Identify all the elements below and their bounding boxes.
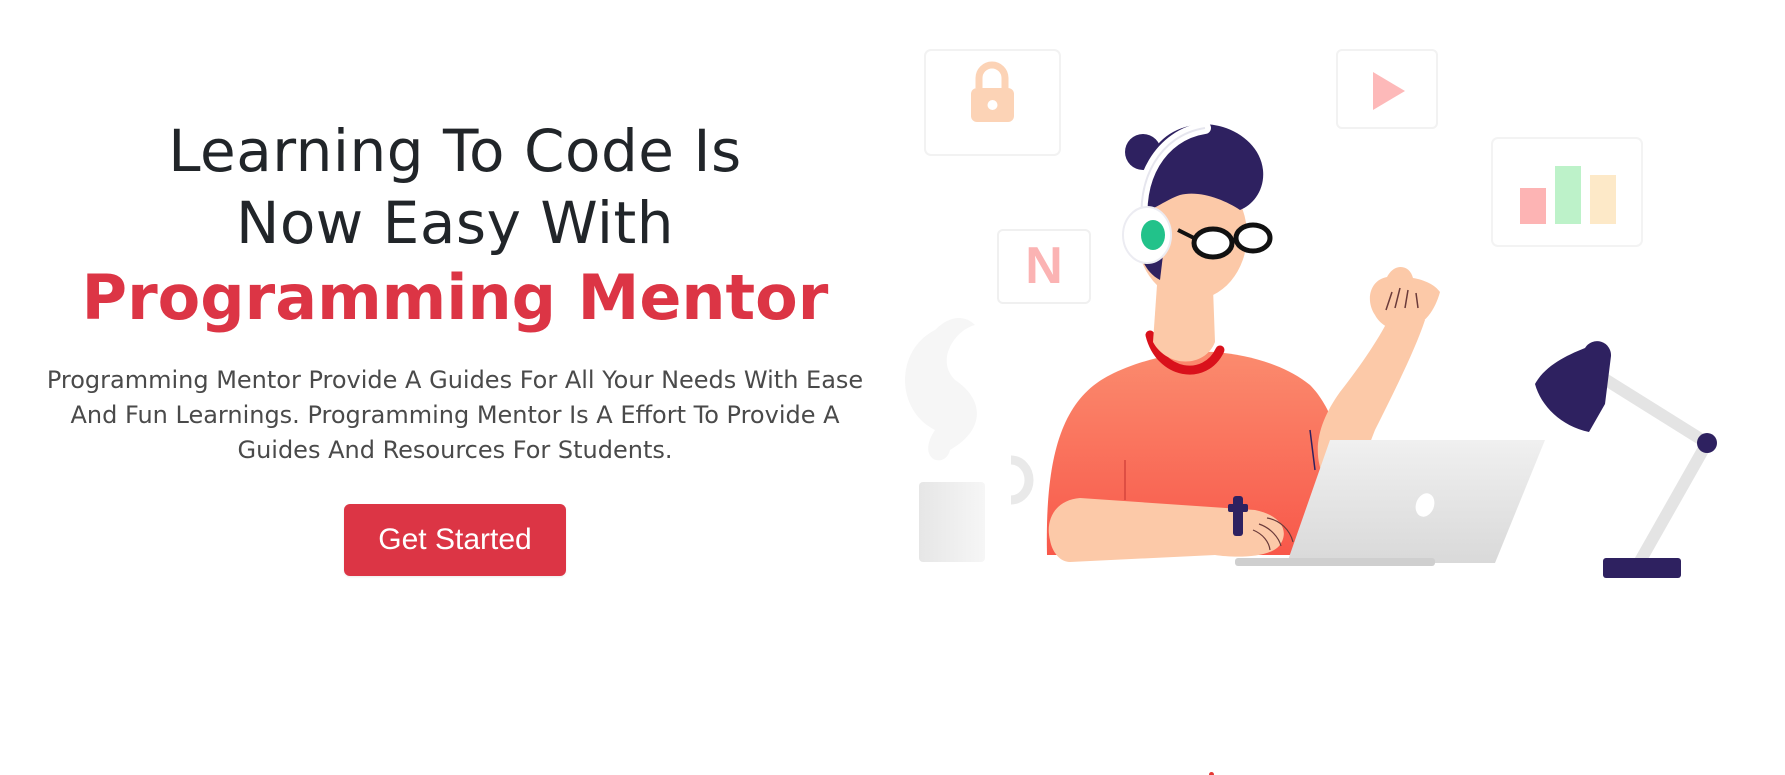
hero-illustration: N bbox=[905, 49, 1717, 578]
hero-headline: Learning To Code Is Now Easy With Progra… bbox=[30, 115, 880, 337]
hero-section: Learning To Code Is Now Easy With Progra… bbox=[30, 115, 880, 576]
desk-lamp bbox=[1535, 341, 1717, 578]
headline-line-2: Now Easy With bbox=[235, 189, 675, 257]
chart-card bbox=[1491, 137, 1643, 247]
n-badge-letter: N bbox=[1025, 237, 1063, 295]
video-card bbox=[1336, 49, 1438, 129]
headline-line-1: Learning To Code Is bbox=[168, 117, 742, 185]
headline-accent: Programming Mentor bbox=[81, 261, 829, 334]
headphones-icon bbox=[1122, 206, 1172, 264]
get-started-button[interactable]: Get Started bbox=[344, 504, 566, 576]
landing-page: Learning To Code Is Now Easy With Progra… bbox=[0, 0, 1785, 775]
lock-card bbox=[924, 49, 1061, 156]
netflix-card: N bbox=[997, 229, 1091, 304]
hero-description: Programming Mentor Provide A Guides For … bbox=[46, 366, 864, 464]
steam bbox=[905, 318, 977, 461]
coffee-mug bbox=[919, 455, 1034, 562]
wristwatch bbox=[1233, 496, 1243, 536]
